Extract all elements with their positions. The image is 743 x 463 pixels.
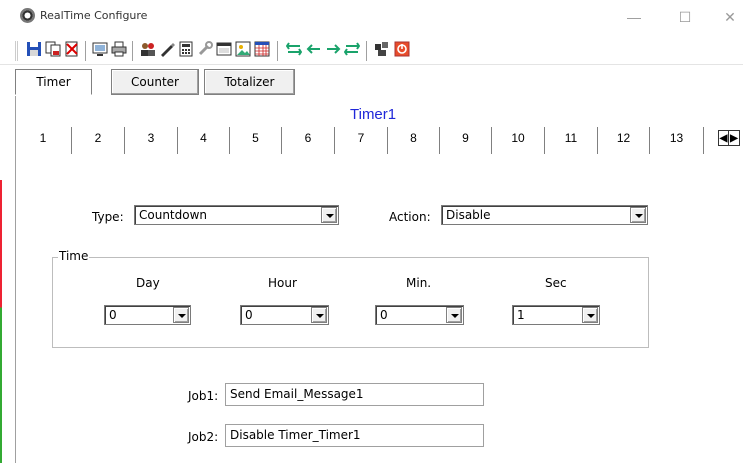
tools-icon[interactable] bbox=[197, 41, 213, 57]
tab-13[interactable]: 13 bbox=[650, 127, 704, 154]
job1-field[interactable]: Send Email_Message1 bbox=[225, 383, 484, 406]
type-select[interactable]: Countdown bbox=[134, 205, 339, 225]
toolbar-separator bbox=[85, 41, 87, 61]
save-icon[interactable] bbox=[26, 41, 42, 57]
day-value: 0 bbox=[109, 308, 117, 322]
tab-2[interactable]: 2 bbox=[72, 127, 125, 154]
users-icon[interactable] bbox=[140, 41, 156, 57]
job1-label: Job1: bbox=[188, 389, 219, 403]
time-group-label: Time bbox=[58, 249, 90, 263]
sec-value: 1 bbox=[517, 308, 525, 322]
grid-icon[interactable] bbox=[254, 41, 270, 57]
monitor-icon[interactable] bbox=[92, 41, 108, 57]
plugin-icon[interactable] bbox=[374, 41, 390, 57]
toolbar-separator bbox=[366, 41, 368, 61]
job2-label: Job2: bbox=[188, 430, 219, 444]
calculator-icon[interactable] bbox=[178, 41, 194, 57]
tab-4[interactable]: 4 bbox=[178, 127, 230, 154]
pen-icon[interactable] bbox=[159, 41, 175, 57]
close-button[interactable]: ✕ bbox=[710, 2, 743, 32]
copy-icon[interactable] bbox=[45, 41, 61, 57]
chevron-down-icon[interactable] bbox=[173, 307, 189, 323]
tab-1[interactable]: 1 bbox=[15, 127, 72, 154]
type-label: Type: bbox=[92, 210, 124, 224]
image-icon[interactable] bbox=[235, 41, 251, 57]
toolbar-separator bbox=[132, 41, 134, 61]
window-title: RealTime Configure bbox=[40, 9, 148, 22]
timer-name-title: Timer1 bbox=[350, 106, 397, 123]
tab-totalizer[interactable]: Totalizer bbox=[204, 69, 295, 95]
chevron-down-icon[interactable] bbox=[446, 307, 462, 323]
day-label: Day bbox=[136, 276, 160, 290]
first-icon[interactable] bbox=[285, 41, 303, 57]
tab-timer[interactable]: Timer bbox=[15, 69, 92, 95]
scroll-left-icon[interactable]: ◀ bbox=[718, 130, 729, 146]
type-value: Countdown bbox=[139, 208, 208, 222]
job2-field[interactable]: Disable Timer_Timer1 bbox=[225, 424, 484, 447]
time-groupbox bbox=[52, 257, 649, 348]
action-select[interactable]: Disable bbox=[441, 205, 648, 225]
window-icon[interactable] bbox=[216, 41, 232, 57]
tab-10[interactable]: 10 bbox=[492, 127, 545, 154]
window-edge bbox=[0, 180, 2, 463]
chevron-down-icon[interactable] bbox=[582, 307, 598, 323]
scroll-right-icon[interactable]: ▶ bbox=[729, 130, 740, 146]
toolbar-grip[interactable] bbox=[15, 41, 18, 61]
tab-12[interactable]: 12 bbox=[598, 127, 650, 154]
sec-select[interactable]: 1 bbox=[512, 305, 600, 325]
stop-icon[interactable] bbox=[394, 41, 410, 57]
last-icon[interactable] bbox=[343, 41, 361, 57]
tab-7[interactable]: 7 bbox=[335, 127, 388, 154]
tab-6[interactable]: 6 bbox=[282, 127, 335, 154]
hour-select[interactable]: 0 bbox=[240, 305, 329, 325]
min-select[interactable]: 0 bbox=[375, 305, 464, 325]
min-label: Min. bbox=[406, 276, 432, 290]
hour-label: Hour bbox=[268, 276, 297, 290]
toolbar bbox=[0, 36, 743, 65]
tab-8[interactable]: 8 bbox=[388, 127, 440, 154]
tab-3[interactable]: 3 bbox=[125, 127, 178, 154]
print-icon[interactable] bbox=[111, 41, 127, 57]
action-value: Disable bbox=[446, 208, 491, 222]
chevron-down-icon[interactable] bbox=[630, 207, 646, 223]
action-label: Action: bbox=[389, 210, 431, 224]
timer-index-tabs: 1 2 3 4 5 6 7 8 9 10 11 12 13 bbox=[15, 127, 730, 154]
chevron-down-icon[interactable] bbox=[311, 307, 327, 323]
tab-counter[interactable]: Counter bbox=[111, 69, 199, 95]
next-icon[interactable] bbox=[325, 41, 341, 57]
sec-label: Sec bbox=[545, 276, 567, 290]
chevron-down-icon[interactable] bbox=[321, 207, 337, 223]
tab-11[interactable]: 11 bbox=[545, 127, 598, 154]
day-select[interactable]: 0 bbox=[104, 305, 191, 325]
toolbar-separator bbox=[277, 41, 279, 61]
delete-icon[interactable] bbox=[64, 41, 80, 57]
min-value: 0 bbox=[380, 308, 388, 322]
title-bar: RealTime Configure — ☐ ✕ bbox=[0, 0, 743, 36]
gear-app-icon bbox=[20, 8, 35, 23]
tab-5[interactable]: 5 bbox=[230, 127, 282, 154]
maximize-button[interactable]: ☐ bbox=[665, 2, 705, 32]
minimize-button[interactable]: — bbox=[614, 2, 654, 32]
prev-icon[interactable] bbox=[306, 41, 322, 57]
tab-9[interactable]: 9 bbox=[440, 127, 492, 154]
tab-scroll-buttons: ◀ ▶ bbox=[718, 130, 743, 148]
hour-value: 0 bbox=[245, 308, 253, 322]
